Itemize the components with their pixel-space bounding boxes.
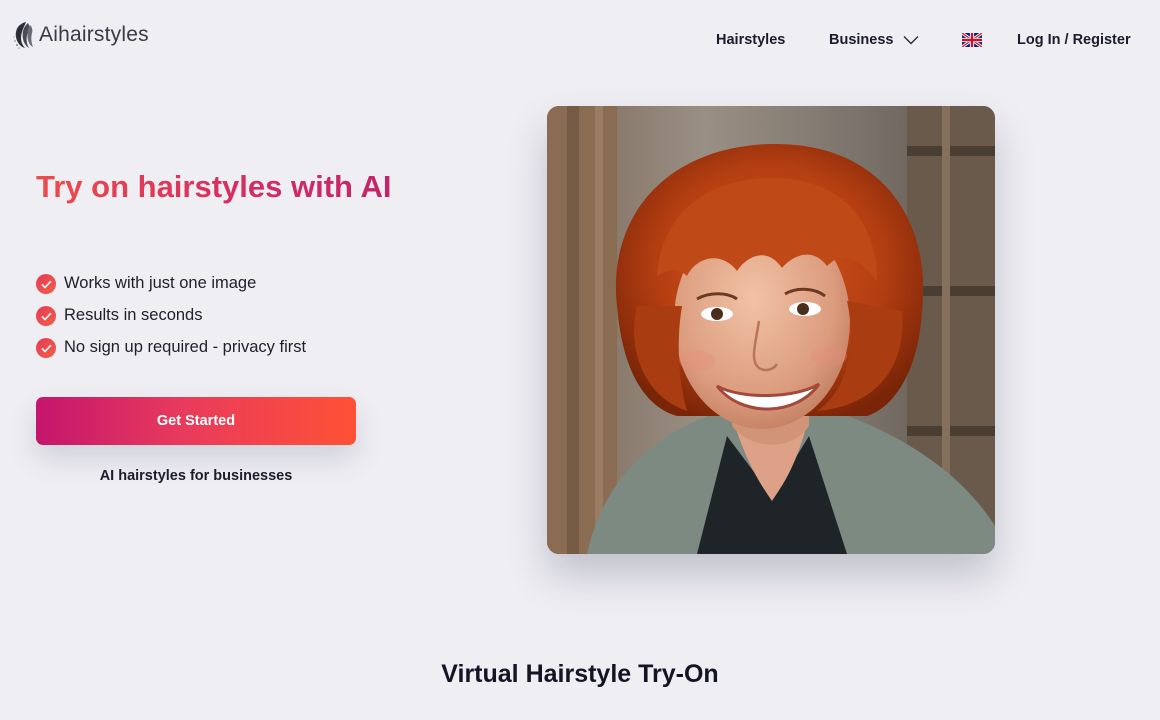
nav-hairstyles-link[interactable]: Hairstyles [716, 28, 785, 52]
check-icon [36, 274, 56, 294]
hero-title: Try on hairstyles with AI [36, 166, 396, 207]
hair-strands-icon [13, 22, 33, 49]
check-icon [36, 338, 56, 358]
check-icon [36, 306, 56, 326]
feature-text: Results in seconds [64, 305, 203, 324]
get-started-button[interactable]: Get Started [36, 397, 356, 445]
language-selector[interactable] [962, 33, 982, 47]
nav-business-dropdown[interactable]: Business [829, 28, 919, 52]
section-title: Virtual Hairstyle Try-On [441, 660, 719, 688]
feature-item: Works with just one image [36, 267, 306, 299]
feature-item: No sign up required - privacy first [36, 331, 306, 363]
feature-item: Results in seconds [36, 299, 306, 331]
hero-photo [547, 106, 995, 554]
nav-business-label: Business [829, 32, 894, 48]
uk-flag-icon [962, 33, 982, 47]
feature-text: No sign up required - privacy first [64, 337, 307, 356]
feature-text: Works with just one image [64, 273, 257, 292]
woman-portrait-image [547, 106, 995, 554]
business-hairstyles-link[interactable]: AI hairstyles for businesses [36, 468, 356, 484]
site-header: Aihairstyles Hairstyles Business Log In … [0, 0, 1160, 80]
chevron-down-icon [903, 36, 919, 45]
logo-text: Aihairstyles [39, 23, 149, 46]
login-register-link[interactable]: Log In / Register [1017, 28, 1131, 52]
feature-list: Works with just one image Results in sec… [36, 267, 306, 363]
logo-link[interactable]: Aihairstyles [12, 20, 149, 50]
